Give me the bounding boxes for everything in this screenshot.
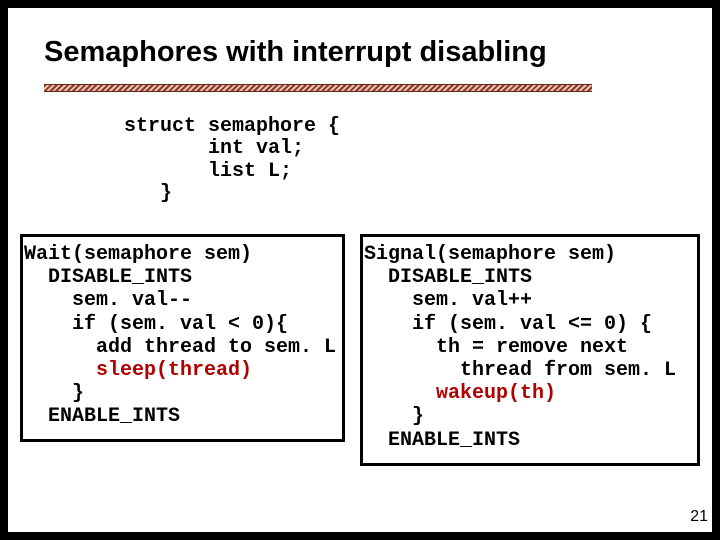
struct-code: struct semaphore { int val; list L; }	[124, 116, 340, 206]
code-line: if (sem. val <= 0) {	[364, 313, 652, 336]
code-line: int val;	[124, 137, 304, 160]
code-line: struct semaphore {	[124, 115, 340, 138]
code-line: sem. val--	[24, 289, 192, 312]
slide: Semaphores with interrupt disabling stru…	[8, 8, 712, 532]
code-line: thread from sem. L	[364, 359, 676, 382]
code-line: th = remove next	[364, 336, 628, 359]
code-line: }	[124, 182, 172, 205]
code-line: DISABLE_INTS	[24, 266, 192, 289]
signal-code-box: Signal(semaphore sem) DISABLE_INTS sem. …	[360, 234, 700, 466]
page-number: 21	[690, 508, 708, 526]
code-line-highlight: sleep(thread)	[24, 359, 252, 382]
code-line: Signal(semaphore sem)	[364, 243, 616, 266]
code-line: sem. val++	[364, 289, 532, 312]
code-line: add thread to sem. L	[24, 336, 336, 359]
code-line: ENABLE_INTS	[364, 429, 520, 452]
title-divider	[44, 84, 592, 92]
code-line: DISABLE_INTS	[364, 266, 532, 289]
code-line: }	[364, 405, 424, 428]
wait-code-box: Wait(semaphore sem) DISABLE_INTS sem. va…	[20, 234, 345, 442]
slide-title: Semaphores with interrupt disabling	[44, 36, 547, 69]
code-line: }	[24, 382, 84, 405]
code-line: list L;	[124, 160, 292, 183]
code-line: Wait(semaphore sem)	[24, 243, 252, 266]
code-line: ENABLE_INTS	[24, 405, 180, 428]
code-line: if (sem. val < 0){	[24, 313, 288, 336]
code-line-highlight: wakeup(th)	[364, 382, 556, 405]
